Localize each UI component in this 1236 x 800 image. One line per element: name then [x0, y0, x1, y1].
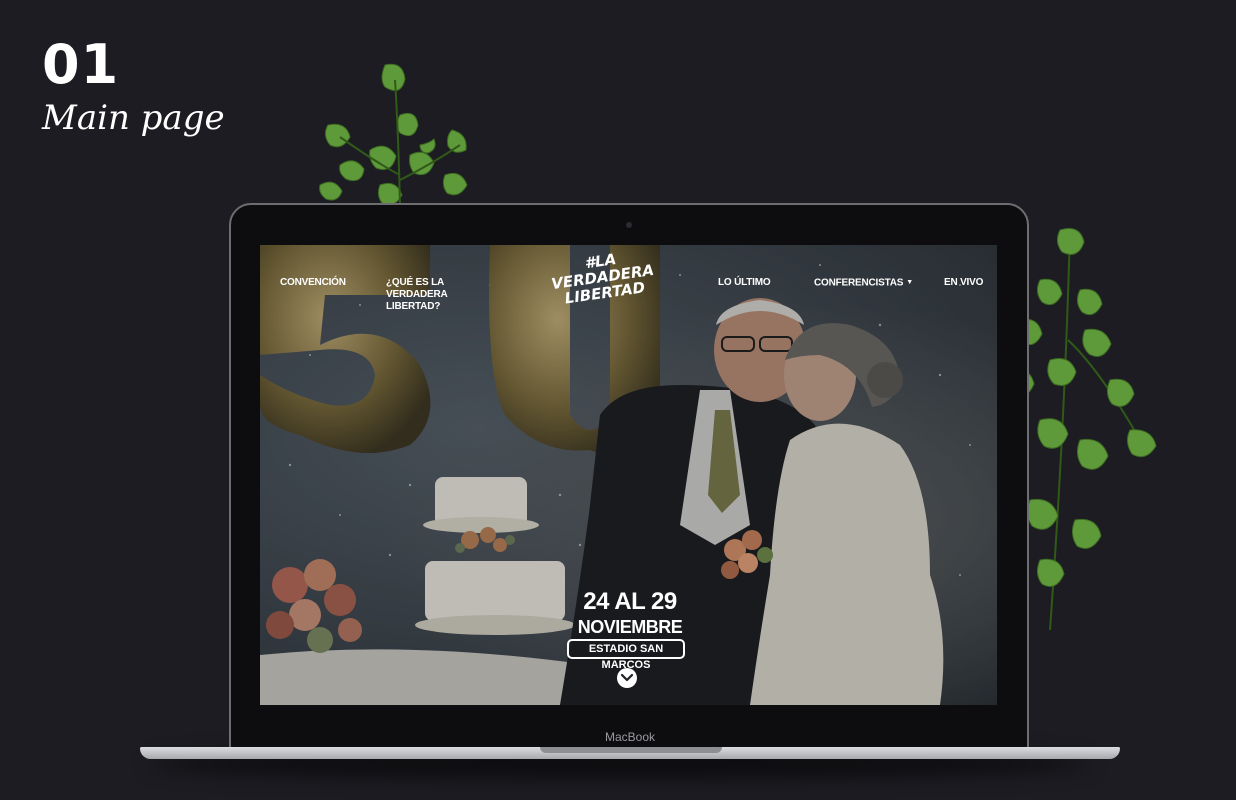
nav-conferencistas[interactable]: CONFERENCISTAS ▼ [814, 277, 913, 290]
section-title: Main page [42, 98, 225, 138]
scroll-down-button[interactable] [617, 668, 637, 688]
nav-que-es[interactable]: ¿QUÉ ES LA VERDADERA LIBERTAD? [386, 277, 482, 313]
plant-top-decoration [319, 63, 468, 206]
nav-conferencistas-label: CONFERENCISTAS [814, 277, 904, 289]
section-number: 01 [42, 33, 120, 96]
caret-down-icon: ▼ [906, 279, 913, 286]
nav-en-vivo[interactable]: EN VIVO [944, 277, 983, 289]
event-month: NOVIEMBRE [577, 617, 683, 637]
event-venue-badge: ESTADIO SAN MARCOS [567, 639, 685, 671]
laptop-notch [540, 747, 722, 753]
website-screen: CONVENCIÓN ¿QUÉ ES LA VERDADERA LIBERTAD… [260, 245, 997, 705]
event-dates: 24 AL 29 [583, 588, 677, 615]
camera-icon [626, 222, 632, 228]
nav-convencion[interactable]: CONVENCIÓN [280, 277, 346, 289]
nav-lo-ultimo[interactable]: LO ÚLTIMO [718, 277, 771, 289]
chevron-down-icon [621, 673, 633, 682]
laptop-brand-label: MacBook [604, 730, 656, 744]
